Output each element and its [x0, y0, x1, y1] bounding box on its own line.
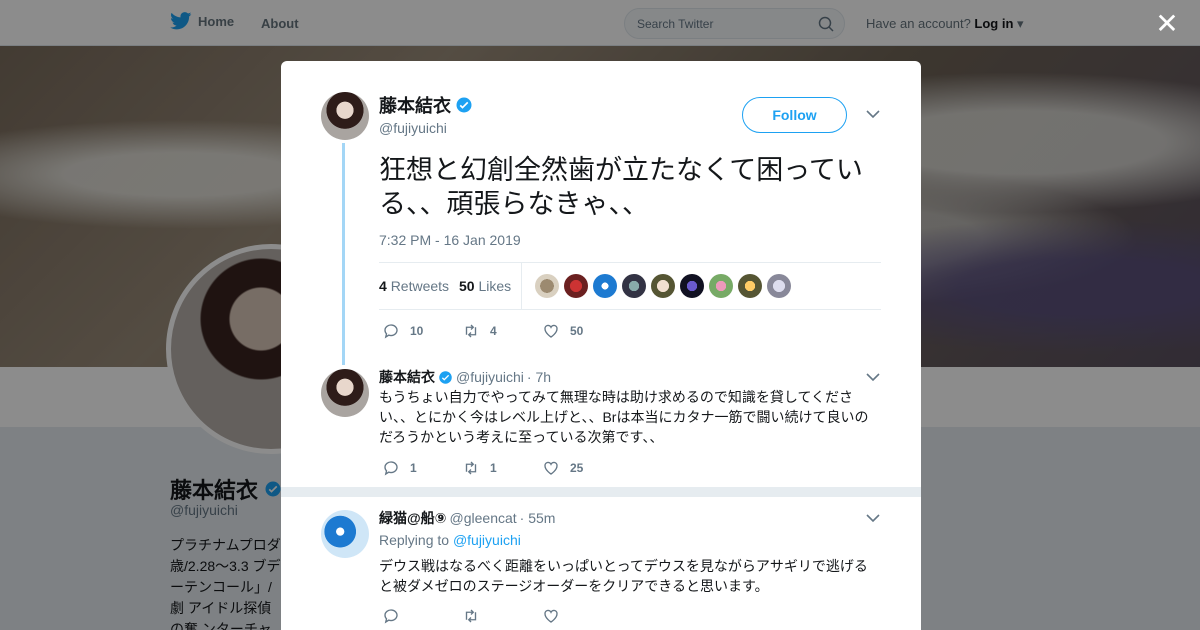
retweet-icon [465, 461, 477, 475]
likes-count: 50 [459, 278, 475, 294]
reply-action[interactable] [382, 607, 462, 625]
heart-icon [544, 324, 558, 338]
reply-author-handle[interactable]: @gleencat [450, 510, 517, 526]
reply-icon [384, 461, 398, 476]
retweet-icon [465, 609, 477, 623]
reply-count: 1 [410, 461, 417, 475]
retweet-action[interactable]: 1 [462, 459, 542, 477]
liker-avatar[interactable] [709, 274, 733, 298]
follow-button[interactable]: Follow [742, 97, 847, 133]
reply-header: 緑猫@船⑨ @gleencat · 55m [379, 508, 555, 528]
reply-actions [382, 607, 622, 625]
reply-action[interactable]: 10 [382, 322, 462, 340]
reply-text: デウス戦はなるべく距離をいっぱいとってデウスを見ながらアサギリで逃げると被ダメゼ… [379, 558, 868, 594]
retweet-count: 4 [490, 324, 497, 338]
reply-icon [384, 609, 398, 624]
tweet-timestamp[interactable]: 7:32 PM - 16 Jan 2019 [379, 232, 521, 248]
retweets-count: 4 [379, 278, 387, 294]
reply-text: もうちょい自力でやってみて無理な時は助け求めるので知識を貸してください、、とにか… [379, 389, 869, 445]
retweet-count: 1 [490, 461, 497, 475]
like-action[interactable] [542, 607, 622, 625]
reply-time[interactable]: · 55m [520, 510, 556, 526]
reply-time[interactable]: · 7h [527, 369, 551, 385]
reply-author-avatar[interactable] [321, 510, 369, 558]
likes-stat[interactable]: 50 Likes [459, 278, 511, 294]
liker-avatar[interactable] [651, 274, 675, 298]
liker-avatar[interactable] [767, 274, 791, 298]
close-icon[interactable]: ✕ [1154, 10, 1180, 38]
liker-avatar[interactable] [738, 274, 762, 298]
retweet-action[interactable]: 4 [462, 322, 542, 340]
heart-icon [544, 609, 558, 623]
like-count: 25 [570, 461, 584, 475]
reply-author-name[interactable]: 藤本結衣 [379, 367, 435, 387]
heart-icon [544, 461, 558, 475]
reply-action[interactable]: 1 [382, 459, 462, 477]
thread-line [342, 143, 345, 365]
tweet-actions: 10 4 50 [382, 322, 622, 340]
reply-actions: 1 1 25 [382, 459, 622, 477]
replying-prefix: Replying to [379, 532, 450, 548]
retweet-action[interactable] [462, 607, 542, 625]
like-count: 50 [570, 324, 584, 338]
author-avatar[interactable] [321, 92, 369, 140]
verified-badge-icon [439, 370, 452, 384]
liker-avatar[interactable] [564, 274, 588, 298]
retweet-icon [465, 324, 477, 338]
tweet-stats: 4 Retweets 50 Likes [379, 262, 881, 310]
tweet-author-name[interactable]: 藤本結衣 [379, 92, 473, 118]
liker-avatars [535, 274, 791, 298]
replying-to-link[interactable]: @fujiyuichi [453, 532, 521, 548]
reply-divider [281, 487, 921, 497]
liker-avatar[interactable] [593, 274, 617, 298]
reply-header: 藤本結衣 @fujiyuichi · 7h [379, 367, 551, 387]
reply-author-name[interactable]: 緑猫@船⑨ [379, 508, 447, 528]
verified-badge-icon [456, 97, 472, 113]
reply-icon [384, 324, 398, 339]
stats-divider [521, 263, 522, 310]
tweet-author-name-text: 藤本結衣 [379, 96, 451, 116]
tweet-author-handle[interactable]: @fujiyuichi [379, 120, 447, 136]
chevron-down-icon[interactable] [866, 108, 880, 122]
chevron-down-icon[interactable] [866, 512, 880, 526]
chevron-down-icon[interactable] [866, 371, 880, 385]
reply-author-avatar[interactable] [321, 369, 369, 417]
reply-count: 10 [410, 324, 424, 338]
likes-label: Likes [478, 278, 512, 294]
reply-author-handle[interactable]: @fujiyuichi [456, 369, 524, 385]
retweets-label: Retweets [390, 278, 450, 294]
like-action[interactable]: 25 [542, 459, 622, 477]
tweet-modal: 藤本結衣 @fujiyuichi Follow 狂想と幻創全然歯が立たなくて困っ… [281, 61, 921, 630]
retweets-stat[interactable]: 4 Retweets [379, 278, 449, 294]
liker-avatar[interactable] [535, 274, 559, 298]
liker-avatar[interactable] [622, 274, 646, 298]
replying-to: Replying to @fujiyuichi [379, 532, 521, 548]
liker-avatar[interactable] [680, 274, 704, 298]
tweet-text: 狂想と幻創全然歯が立たなくて困っている、、頑張らなきゃ、、 [379, 155, 863, 219]
like-action[interactable]: 50 [542, 322, 622, 340]
